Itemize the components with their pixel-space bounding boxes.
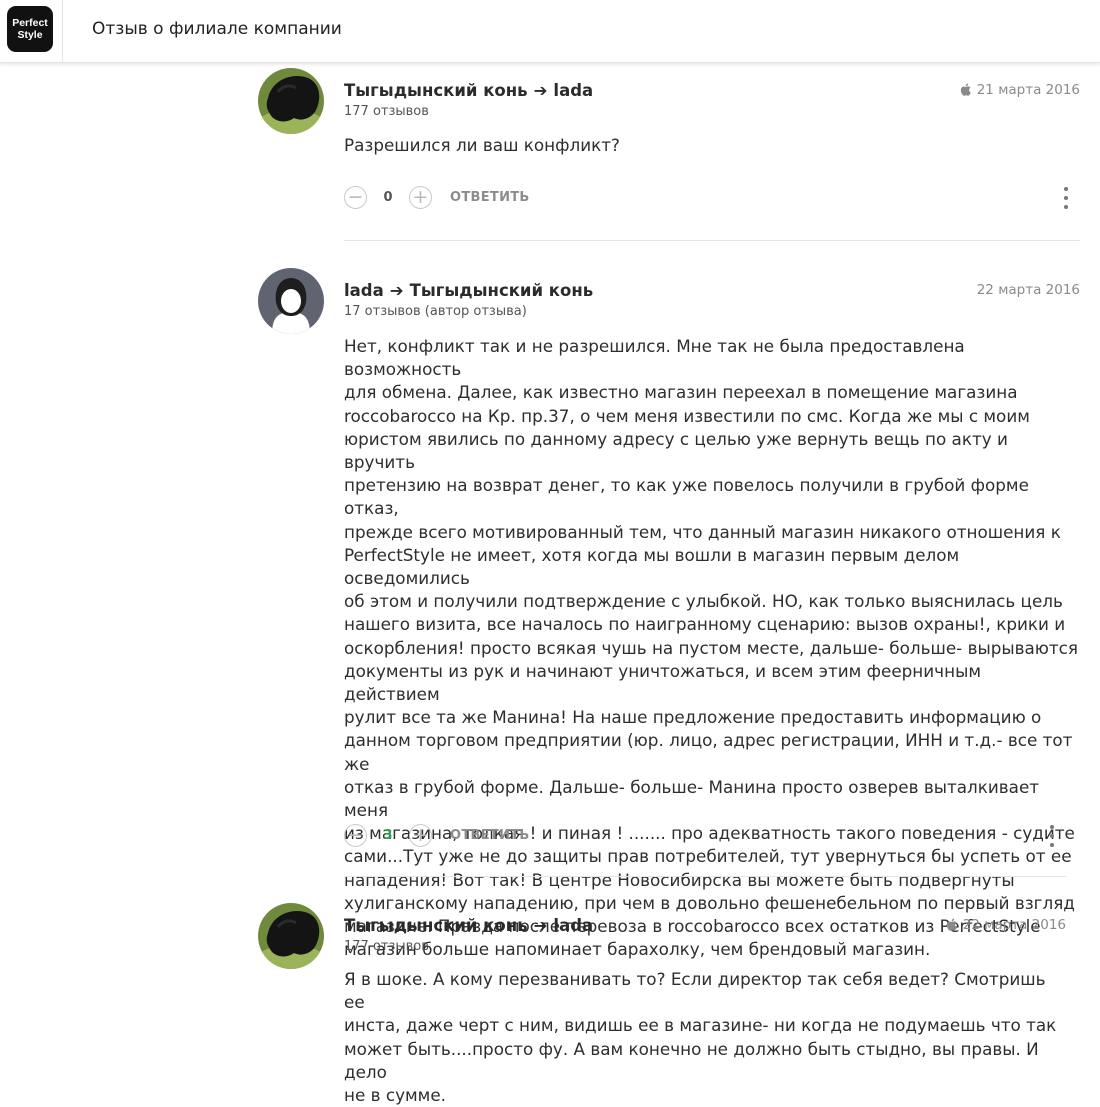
date-text: 21 марта 2016 xyxy=(976,82,1080,98)
perfectstyle-logo[interactable]: Perfect Style xyxy=(7,6,53,52)
text-line: документы из рук и начинают уничтожаться… xyxy=(344,660,981,705)
text-line: Нет, конфликт так и не разрешился. Мне т… xyxy=(344,336,965,380)
comment-header: lada ➔ Тыгыдынский конь 17 отзывов (автор … xyxy=(344,281,593,319)
upvote-button[interactable]: + xyxy=(409,185,432,209)
text-line: для обмена. Далее, как известно магазин … xyxy=(344,382,1018,403)
upvote-button[interactable]: + xyxy=(409,823,432,847)
text-line: PerfectStyle не имеет, хотя когда мы вош… xyxy=(344,544,960,589)
text-line: Я в шоке. А кому перезванивать то? Если … xyxy=(344,969,1046,1013)
author-review-count: 177 отзывов xyxy=(344,104,429,119)
comment-divider xyxy=(344,240,1080,241)
apple-icon xyxy=(960,83,971,96)
downvote-button[interactable]: − xyxy=(344,823,367,847)
text-line: юристом явились по данному адресу с цель… xyxy=(344,428,1008,473)
date-text: 22 марта 2016 xyxy=(962,917,1066,933)
text-line: инста, даже черт с ним, видишь ее в мага… xyxy=(344,1015,1057,1036)
reply-button[interactable]: ОТВЕТИТЬ xyxy=(450,190,530,205)
comment-authors: lada ➔ Тыгыдынский конь xyxy=(344,281,593,300)
logo-line-2: Style xyxy=(17,29,43,41)
text-line: данном торговом предприятии (юр. лицо, а… xyxy=(344,730,1073,774)
comment-actions: − 0 + ОТВЕТИТЬ xyxy=(344,183,530,211)
reply-arrow-icon: ➔ xyxy=(533,81,548,100)
comment-text: Разрешился ли ваш конфликт? xyxy=(344,135,620,155)
comment-header: Тыгыдынский конь ➔ lada 177 отзывов xyxy=(344,916,593,954)
author-name[interactable]: lada xyxy=(344,281,384,300)
text-line: рулит все та же Манина! На наше предложе… xyxy=(344,707,1042,728)
text-line: нападения! Вот так! В центре Новосибирск… xyxy=(344,869,1015,890)
comment-date: 21 марта 2016 xyxy=(960,82,1080,98)
text-line: отказ в грубой форме. Дальше- больше- Ма… xyxy=(344,776,1040,821)
comment-header: Тыгыдынский конь ➔ lada 177 отзывов xyxy=(344,81,593,119)
more-options-icon[interactable] xyxy=(1050,825,1054,847)
comment-date: 22 марта 2016 xyxy=(946,917,1066,933)
author-review-count: 177 отзывов xyxy=(344,939,429,954)
comment-2: lada ➔ Тыгыдынский конь 17 отзывов (автор … xyxy=(258,268,1080,959)
reply-arrow-icon: ➔ xyxy=(389,281,404,300)
text-line: может быть....просто фу. А вам конечно н… xyxy=(344,1038,1039,1082)
more-options-icon[interactable] xyxy=(1064,187,1068,209)
author-name[interactable]: Тыгыдынский конь xyxy=(344,81,528,100)
reply-button[interactable]: ОТВЕТИТЬ xyxy=(450,828,530,843)
text-line: об этом и получили подтверждение с улыбк… xyxy=(344,591,1063,612)
text-line: нашего визита, все началось по наигранно… xyxy=(344,614,1066,635)
vote-score: 3 xyxy=(383,827,393,843)
recipient-name[interactable]: lada xyxy=(553,81,593,100)
avatar-default[interactable] xyxy=(258,268,324,334)
comment-1: Тыгыдынский конь ➔ lada 177 отзывов 21 мар… xyxy=(258,68,1080,228)
comment-3: Тыгыдынский конь ➔ lada 177 отзывов 22 мар… xyxy=(258,903,1066,1105)
text-line: не в сумме. xyxy=(344,1085,446,1106)
author-name[interactable]: Тыгыдынский конь xyxy=(344,916,528,935)
comment-divider xyxy=(344,876,1066,877)
text-line: претензию на возврат денег, то как уже п… xyxy=(344,475,1029,519)
header-divider xyxy=(62,0,63,62)
comment-authors: Тыгыдынский конь ➔ lada xyxy=(344,81,593,100)
comment-text: Я в шоке. А кому перезванивать то? Если … xyxy=(344,968,1066,1107)
text-line: roccobarocco на Кр. пр.37, о чем меня из… xyxy=(344,405,1030,426)
apple-icon xyxy=(946,918,957,931)
comment-authors: Тыгыдынский конь ➔ lada xyxy=(344,916,593,935)
logo-line-1: Perfect xyxy=(12,17,48,29)
comment-date: 22 марта 2016 xyxy=(976,282,1080,298)
avatar-horse[interactable] xyxy=(258,903,324,969)
avatar-horse[interactable] xyxy=(258,68,324,134)
text-line: оскорбления! просто всякая чушь на пусто… xyxy=(344,637,1079,658)
recipient-name[interactable]: Тыгыдынский конь xyxy=(410,281,594,300)
comment-actions: − 3 + ОТВЕТИТЬ xyxy=(344,821,530,849)
page-title: Отзыв о филиале компании xyxy=(92,19,342,39)
top-bar: Perfect Style Отзыв о филиале компании xyxy=(0,0,1100,63)
text-line: прежде всего мотивированный тем, что дан… xyxy=(344,521,1061,542)
downvote-button[interactable]: − xyxy=(344,185,367,209)
vote-score: 0 xyxy=(383,189,393,205)
recipient-name[interactable]: lada xyxy=(553,916,593,935)
comment-text: Нет, конфликт так и не разрешился. Мне т… xyxy=(344,335,1080,961)
reply-arrow-icon: ➔ xyxy=(533,916,548,935)
author-review-count: 17 отзывов (автор отзыва) xyxy=(344,304,527,319)
